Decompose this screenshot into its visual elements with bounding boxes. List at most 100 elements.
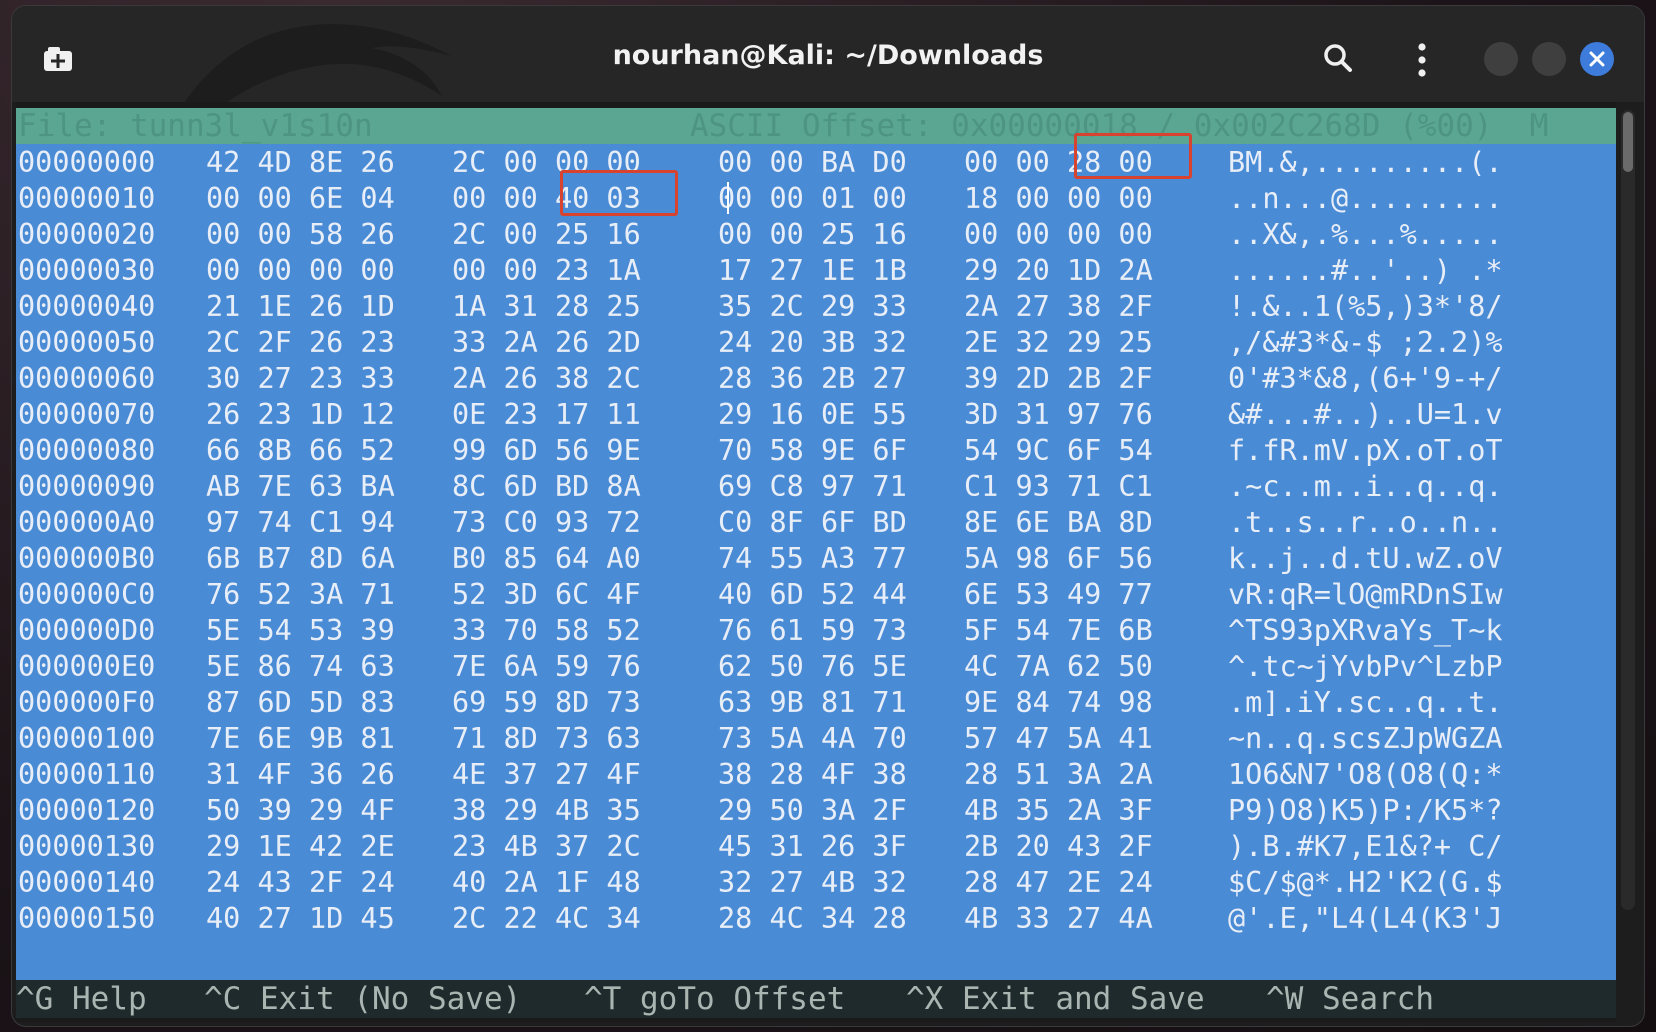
row-hex-group: 2C 22 4C 34 [452,902,641,935]
row-hex-group: 42 4D 8E 26 [206,146,395,179]
row-hex-group: 70 58 9E 6F [718,434,907,467]
hex-row[interactable]: 000000C0 76 52 3A 71 52 3D 6C 4F 40 6D 52 4… [16,576,1616,614]
row-hex-group: 4B 35 2A 3F [964,794,1153,827]
row-offset: 000000D0 [18,614,156,647]
row-hex-group: 62 50 76 5E [718,650,907,683]
hex-row[interactable]: 00000030 00 00 00 00 00 00 23 1A 17 27 1E 1… [16,252,1616,290]
row-hex-group: C1 93 71 C1 [964,470,1153,503]
row-hex-group: 57 47 5A 41 [964,722,1153,755]
row-ascii: ,/&#3*&-$ ;2.2)% [1228,326,1503,359]
row-hex-group: 28 4C 34 28 [718,902,907,935]
main-menu-button[interactable] [1412,40,1432,80]
row-ascii: P9)O8)K5)P:/K5*? [1228,794,1503,827]
row-hex-group: 29 1E 42 2E [206,830,395,863]
row-hex-group: 69 C8 97 71 [718,470,907,503]
hex-row[interactable]: 00000020 00 00 58 26 2C 00 25 16 00 00 25 1… [16,216,1616,254]
row-offset: 00000130 [18,830,156,863]
title-bar[interactable]: nourhan@Kali: ~/Downloads [12,6,1644,106]
row-ascii: ..X&,.%...%..... [1228,218,1503,251]
row-hex-group: 00 00 25 16 [718,218,907,251]
minimize-button[interactable] [1484,42,1518,76]
close-icon [1589,51,1605,67]
row-hex-group: 00 00 00 00 [206,254,395,287]
row-hex-group: 33 2A 26 2D [452,326,641,359]
row-hex-group: C0 8F 6F BD [718,506,907,539]
hex-row[interactable]: 00000010 00 00 6E 04 00 00 40 03 00 00 01 0… [16,180,1616,218]
row-hex-group: 69 59 8D 73 [452,686,641,719]
row-hex-group: 00 00 01 00 [718,182,907,215]
row-ascii: .~c..m..i..q..q. [1228,470,1503,503]
hex-row[interactable]: 000000A0 97 74 C1 94 73 C0 93 72 C0 8F 6F B… [16,504,1616,542]
row-hex-group: 18 00 00 00 [964,182,1153,215]
scrollbar[interactable] [1621,110,1635,910]
row-offset: 00000120 [18,794,156,827]
scrollbar-thumb[interactable] [1623,112,1633,172]
row-hex-group: 5F 54 7E 6B [964,614,1153,647]
hex-row[interactable]: 00000070 26 23 1D 12 0E 23 17 11 29 16 0E 5… [16,396,1616,434]
row-hex-group: 2C 00 25 16 [452,218,641,251]
row-hex-group: 00 00 58 26 [206,218,395,251]
hex-row[interactable]: 00000000 42 4D 8E 26 2C 00 00 00 00 00 BA D… [16,144,1616,182]
row-hex-group: 4B 33 27 4A [964,902,1153,935]
hex-row[interactable]: 000000E0 5E 86 74 63 7E 6A 59 76 62 50 76 5… [16,648,1616,686]
row-hex-group: 40 6D 52 44 [718,578,907,611]
hex-row[interactable]: 00000100 7E 6E 9B 81 71 8D 73 63 73 5A 4A 7… [16,720,1616,758]
close-button[interactable] [1580,42,1614,76]
row-ascii: ..n...@......... [1228,182,1503,215]
hex-dump[interactable]: 00000000 42 4D 8E 26 2C 00 00 00 00 00 BA D… [16,144,1616,980]
row-hex-group: 29 50 3A 2F [718,794,907,827]
shortcut-label: goTo Offset [640,981,846,1017]
shortcut-key: ^C [204,981,242,1017]
row-hex-group: 0E 23 17 11 [452,398,641,431]
hex-row[interactable]: 00000140 24 43 2F 24 40 2A 1F 48 32 27 4B 3… [16,864,1616,902]
hex-row[interactable]: 000000D0 5E 54 53 39 33 70 58 52 76 61 59 7… [16,612,1616,650]
terminal-window: nourhan@Kali: ~/Downloads File: tunn3l_v… [12,6,1644,1026]
highlight-box-bytes-28-00 [1074,133,1192,179]
hex-row[interactable]: 00000060 30 27 23 33 2A 26 38 2C 28 36 2B 2… [16,360,1616,398]
row-offset: 00000050 [18,326,156,359]
row-offset: 00000040 [18,290,156,323]
row-offset: 00000100 [18,722,156,755]
row-hex-group: 24 43 2F 24 [206,866,395,899]
hex-row[interactable]: 00000120 50 39 29 4F 38 29 4B 35 29 50 3A 2… [16,792,1616,830]
row-hex-group: 66 8B 66 52 [206,434,395,467]
hex-row[interactable]: 00000090 AB 7E 63 BA 8C 6D BD 8A 69 C8 97 7… [16,468,1616,506]
terminal-content[interactable]: File: tunn3l_v1s10n ASCII Offset: 0x0000… [16,102,1616,1022]
row-hex-group: 76 52 3A 71 [206,578,395,611]
hex-row[interactable]: 000000F0 87 6D 5D 83 69 59 8D 73 63 9B 81 7… [16,684,1616,722]
row-offset: 00000140 [18,866,156,899]
row-hex-group: 3D 31 97 76 [964,398,1153,431]
row-ascii: BM.&,.........(. [1228,146,1503,179]
row-offset: 00000060 [18,362,156,395]
row-offset: 000000B0 [18,542,156,575]
row-offset: 00000020 [18,218,156,251]
row-hex-group: 52 3D 6C 4F [452,578,641,611]
row-hex-group: 6E 53 49 77 [964,578,1153,611]
row-ascii: ......#..'..) .* [1228,254,1503,287]
row-hex-group: 63 9B 81 71 [718,686,907,719]
row-hex-group: 76 61 59 73 [718,614,907,647]
row-hex-group: 31 4F 36 26 [206,758,395,791]
row-offset: 000000C0 [18,578,156,611]
hex-row[interactable]: 00000110 31 4F 36 26 4E 37 27 4F 38 28 4F 3… [16,756,1616,794]
row-hex-group: 74 55 A3 77 [718,542,907,575]
row-ascii: k..j..d.tU.wZ.oV [1228,542,1503,575]
row-ascii: 0'#3*&8,(6+'9-+/ [1228,362,1503,395]
shortcut-label: Search [1322,981,1434,1017]
hex-row[interactable]: 000000B0 6B B7 8D 6A B0 85 64 A0 74 55 A3 7… [16,540,1616,578]
hex-row[interactable]: 00000040 21 1E 26 1D 1A 31 28 25 35 2C 29 3… [16,288,1616,326]
row-offset: 00000000 [18,146,156,179]
row-hex-group: 29 20 1D 2A [964,254,1153,287]
hex-row[interactable]: 00000150 40 27 1D 45 2C 22 4C 34 28 4C 34 2… [16,900,1616,938]
search-button[interactable] [1320,40,1356,76]
row-hex-group: 5E 86 74 63 [206,650,395,683]
row-hex-group: 33 70 58 52 [452,614,641,647]
maximize-button[interactable] [1532,42,1566,76]
row-hex-group: 45 31 26 3F [718,830,907,863]
row-hex-group: 30 27 23 33 [206,362,395,395]
hex-row[interactable]: 00000080 66 8B 66 52 99 6D 56 9E 70 58 9E 6… [16,432,1616,470]
hex-row[interactable]: 00000050 2C 2F 26 23 33 2A 26 2D 24 20 3B 3… [16,324,1616,362]
row-hex-group: 6B B7 8D 6A [206,542,395,575]
row-hex-group: 21 1E 26 1D [206,290,395,323]
hex-row[interactable]: 00000130 29 1E 42 2E 23 4B 37 2C 45 31 26 3… [16,828,1616,866]
